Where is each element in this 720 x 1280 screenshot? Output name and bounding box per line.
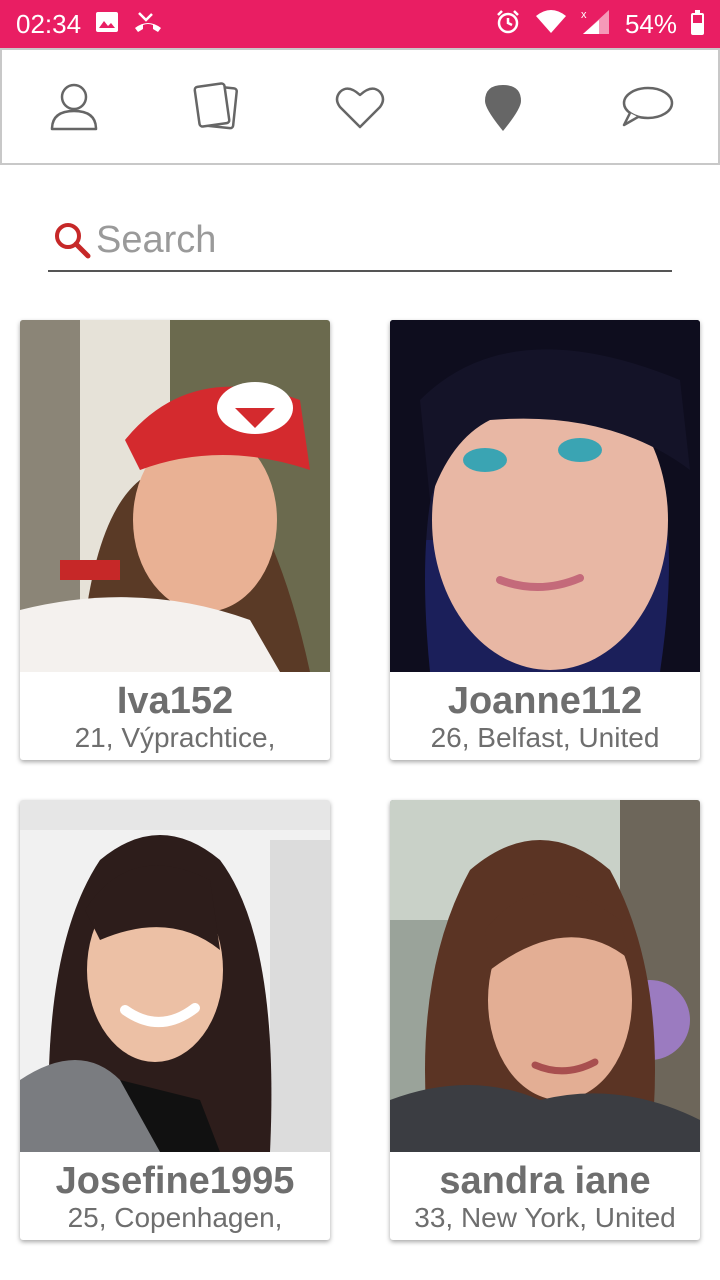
profile-card[interactable]: Joanne112 26, Belfast, United bbox=[390, 320, 700, 760]
nav-nearby-button[interactable] bbox=[463, 67, 543, 147]
nav-profile-button[interactable] bbox=[34, 67, 114, 147]
nav-cards-button[interactable] bbox=[177, 67, 257, 147]
status-time: 02:34 bbox=[16, 8, 82, 39]
status-bar: 02:34 x 54% bbox=[0, 0, 720, 48]
search-input[interactable] bbox=[96, 218, 656, 262]
battery-icon bbox=[691, 10, 704, 35]
location-pin-icon bbox=[485, 84, 522, 131]
profile-card[interactable]: Iva152 21, Výprachtice, bbox=[20, 320, 330, 760]
profile-name: Josefine1995 bbox=[55, 1160, 295, 1202]
profile-photo bbox=[390, 800, 700, 1152]
nav-likes-button[interactable] bbox=[320, 67, 400, 147]
profile-name: Joanne112 bbox=[447, 680, 643, 722]
profile-name: sandra iane bbox=[439, 1160, 651, 1202]
profile-photo bbox=[390, 320, 700, 672]
profile-photo bbox=[20, 800, 330, 1152]
wifi-icon bbox=[535, 9, 567, 39]
alarm-icon bbox=[495, 9, 521, 40]
profile-card[interactable]: Josefine1995 25, Copenhagen, bbox=[20, 800, 330, 1240]
profile-meta: 33, New York, United bbox=[414, 1202, 676, 1233]
battery-percent: 54% bbox=[624, 8, 677, 39]
image-icon bbox=[95, 11, 119, 38]
top-navigation bbox=[0, 48, 720, 165]
cards-icon bbox=[193, 81, 238, 129]
profile-meta: 21, Výprachtice, bbox=[74, 722, 276, 753]
svg-text:x: x bbox=[581, 9, 587, 21]
signal-icon: x bbox=[581, 8, 611, 41]
search-bar bbox=[48, 210, 672, 272]
chat-bubble-icon bbox=[623, 86, 674, 126]
profile-name: Iva152 bbox=[116, 680, 234, 722]
missed-call-icon bbox=[133, 10, 163, 39]
user-icon bbox=[50, 83, 97, 130]
profile-grid: Iva152 21, Výprachtice, Joanne112 26, Be… bbox=[20, 320, 700, 1240]
search-icon[interactable] bbox=[52, 220, 92, 260]
battery-fill bbox=[693, 23, 702, 33]
profile-photo bbox=[20, 320, 330, 672]
heart-icon bbox=[335, 86, 385, 128]
profile-meta: 25, Copenhagen, bbox=[67, 1202, 283, 1233]
profile-card[interactable]: sandra iane 33, New York, United bbox=[390, 800, 700, 1240]
nav-messages-button[interactable] bbox=[606, 67, 686, 147]
profile-meta: 26, Belfast, United bbox=[430, 722, 660, 753]
